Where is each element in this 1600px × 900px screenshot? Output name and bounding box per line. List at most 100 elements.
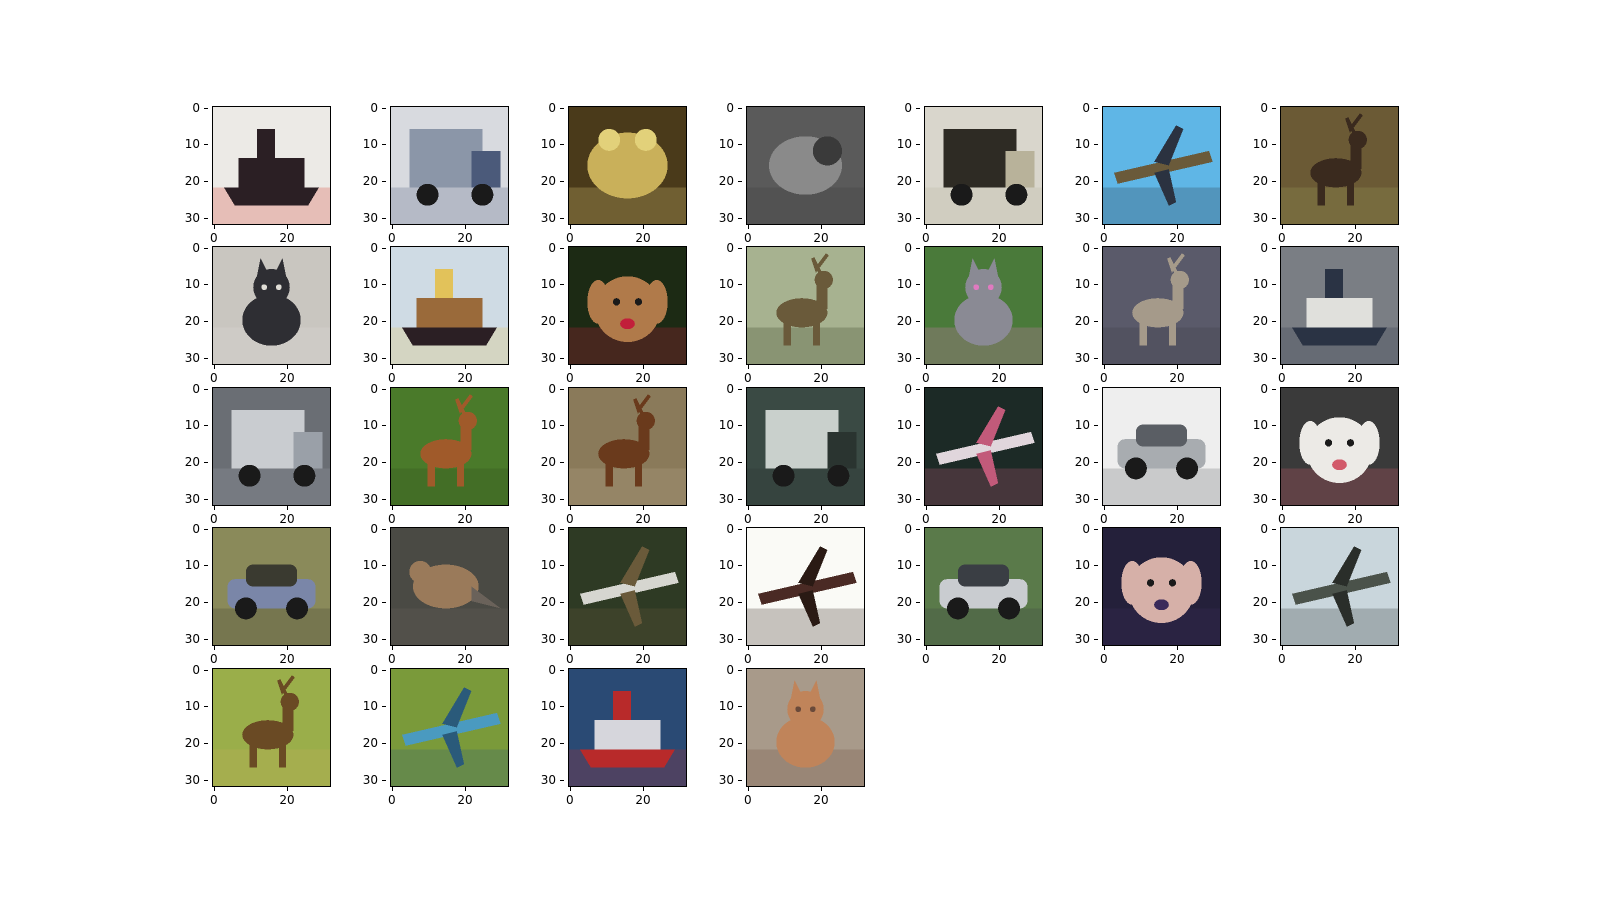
x-tick-mark (286, 365, 288, 369)
y-tick-mark (738, 461, 742, 463)
x-tick-mark (925, 225, 927, 229)
y-tick-label: 10 (896, 558, 912, 573)
x-tick-mark (998, 225, 1000, 229)
y-tick-label: 30 (896, 350, 912, 365)
image-thumbnail (213, 388, 330, 505)
y-tick-mark (382, 601, 386, 603)
y-tick-label: 10 (184, 418, 200, 433)
y-tick-label: 30 (540, 491, 556, 506)
y-tick-mark (916, 528, 920, 530)
image-panel: 0 10 20 30 0 20 (363, 522, 509, 666)
y-tick-label: 0 (726, 100, 734, 115)
y-tick-mark (1272, 565, 1276, 567)
x-tick-mark (998, 506, 1000, 510)
image-panel: 0 10 20 30 0 20 (541, 382, 687, 526)
y-tick-mark (560, 779, 564, 781)
image-cat (212, 246, 331, 365)
y-tick-mark (204, 217, 208, 219)
y-tick-mark (560, 425, 564, 427)
y-tick-label: 30 (540, 772, 556, 787)
y-tick-label: 0 (904, 381, 912, 396)
y-tick-mark (1272, 638, 1276, 640)
image-thumbnail (1103, 247, 1220, 364)
x-tick-label: 20 (635, 231, 651, 245)
x-tick-mark (820, 506, 822, 510)
y-tick-mark (916, 217, 920, 219)
image-panel: 0 10 20 30 0 20 (1253, 241, 1399, 385)
y-tick-mark (1272, 284, 1276, 286)
x-tick-label: 0 (566, 793, 574, 807)
y-tick-mark (560, 461, 564, 463)
x-tick-label: 20 (279, 231, 295, 245)
y-tick-label: 30 (184, 772, 200, 787)
image-panel: 0 10 20 30 0 20 (897, 522, 1043, 666)
image-deer (1280, 106, 1399, 225)
y-tick-label: 10 (1252, 137, 1268, 152)
image-panel: 0 10 20 30 0 20 (185, 522, 331, 666)
y-tick-label: 0 (1260, 381, 1268, 396)
y-tick-label: 0 (726, 662, 734, 677)
image-airplane (1280, 527, 1399, 646)
y-tick-mark (1272, 461, 1276, 463)
y-tick-label: 20 (1252, 313, 1268, 328)
y-tick-label: 20 (718, 594, 734, 609)
y-tick-label: 0 (370, 240, 378, 255)
x-tick-mark (747, 646, 749, 650)
y-tick-label: 10 (1252, 277, 1268, 292)
image-tugboat (212, 106, 331, 225)
image-thumbnail (747, 107, 864, 224)
y-tick-label: 0 (904, 240, 912, 255)
x-tick-mark (1354, 225, 1356, 229)
y-tick-label: 20 (540, 173, 556, 188)
x-tick-mark (925, 646, 927, 650)
y-tick-mark (560, 107, 564, 109)
x-tick-mark (1103, 225, 1105, 229)
x-tick-mark (464, 225, 466, 229)
x-tick-label: 0 (388, 793, 396, 807)
image-deer (1102, 246, 1221, 365)
y-tick-mark (916, 180, 920, 182)
y-tick-mark (382, 742, 386, 744)
x-tick-mark (213, 646, 215, 650)
y-tick-label: 30 (540, 350, 556, 365)
y-tick-mark (382, 565, 386, 567)
y-tick-label: 20 (896, 594, 912, 609)
y-tick-mark (916, 284, 920, 286)
x-tick-label: 20 (279, 793, 295, 807)
x-tick-label: 20 (457, 512, 473, 526)
x-tick-mark (213, 506, 215, 510)
y-tick-label: 20 (718, 313, 734, 328)
y-tick-mark (738, 742, 742, 744)
y-tick-label: 10 (896, 277, 912, 292)
image-thumbnail (747, 528, 864, 645)
x-tick-mark (286, 225, 288, 229)
y-tick-mark (382, 528, 386, 530)
y-tick-label: 30 (718, 350, 734, 365)
y-tick-mark (1272, 357, 1276, 359)
y-tick-label: 30 (896, 491, 912, 506)
image-panel: 0 10 20 30 0 20 (1075, 522, 1221, 666)
image-thumbnail (1281, 388, 1398, 505)
y-tick-label: 10 (1074, 558, 1090, 573)
y-tick-label: 10 (1252, 558, 1268, 573)
y-tick-label: 30 (362, 491, 378, 506)
x-tick-mark (642, 365, 644, 369)
y-tick-label: 30 (1252, 350, 1268, 365)
image-thumbnail (925, 528, 1042, 645)
y-tick-mark (738, 601, 742, 603)
y-tick-mark (1094, 180, 1098, 182)
x-tick-mark (1281, 506, 1283, 510)
y-tick-mark (382, 144, 386, 146)
image-thumbnail (569, 247, 686, 364)
image-panel: 0 10 20 30 0 20 (1253, 101, 1399, 245)
x-tick-label: 0 (922, 652, 930, 666)
y-tick-label: 10 (718, 277, 734, 292)
y-tick-mark (738, 565, 742, 567)
image-panel: 0 10 20 30 0 20 (1253, 522, 1399, 666)
image-cat (924, 246, 1043, 365)
y-tick-mark (1272, 388, 1276, 390)
x-tick-mark (1176, 365, 1178, 369)
y-tick-label: 20 (718, 454, 734, 469)
y-tick-mark (204, 425, 208, 427)
y-tick-mark (204, 601, 208, 603)
